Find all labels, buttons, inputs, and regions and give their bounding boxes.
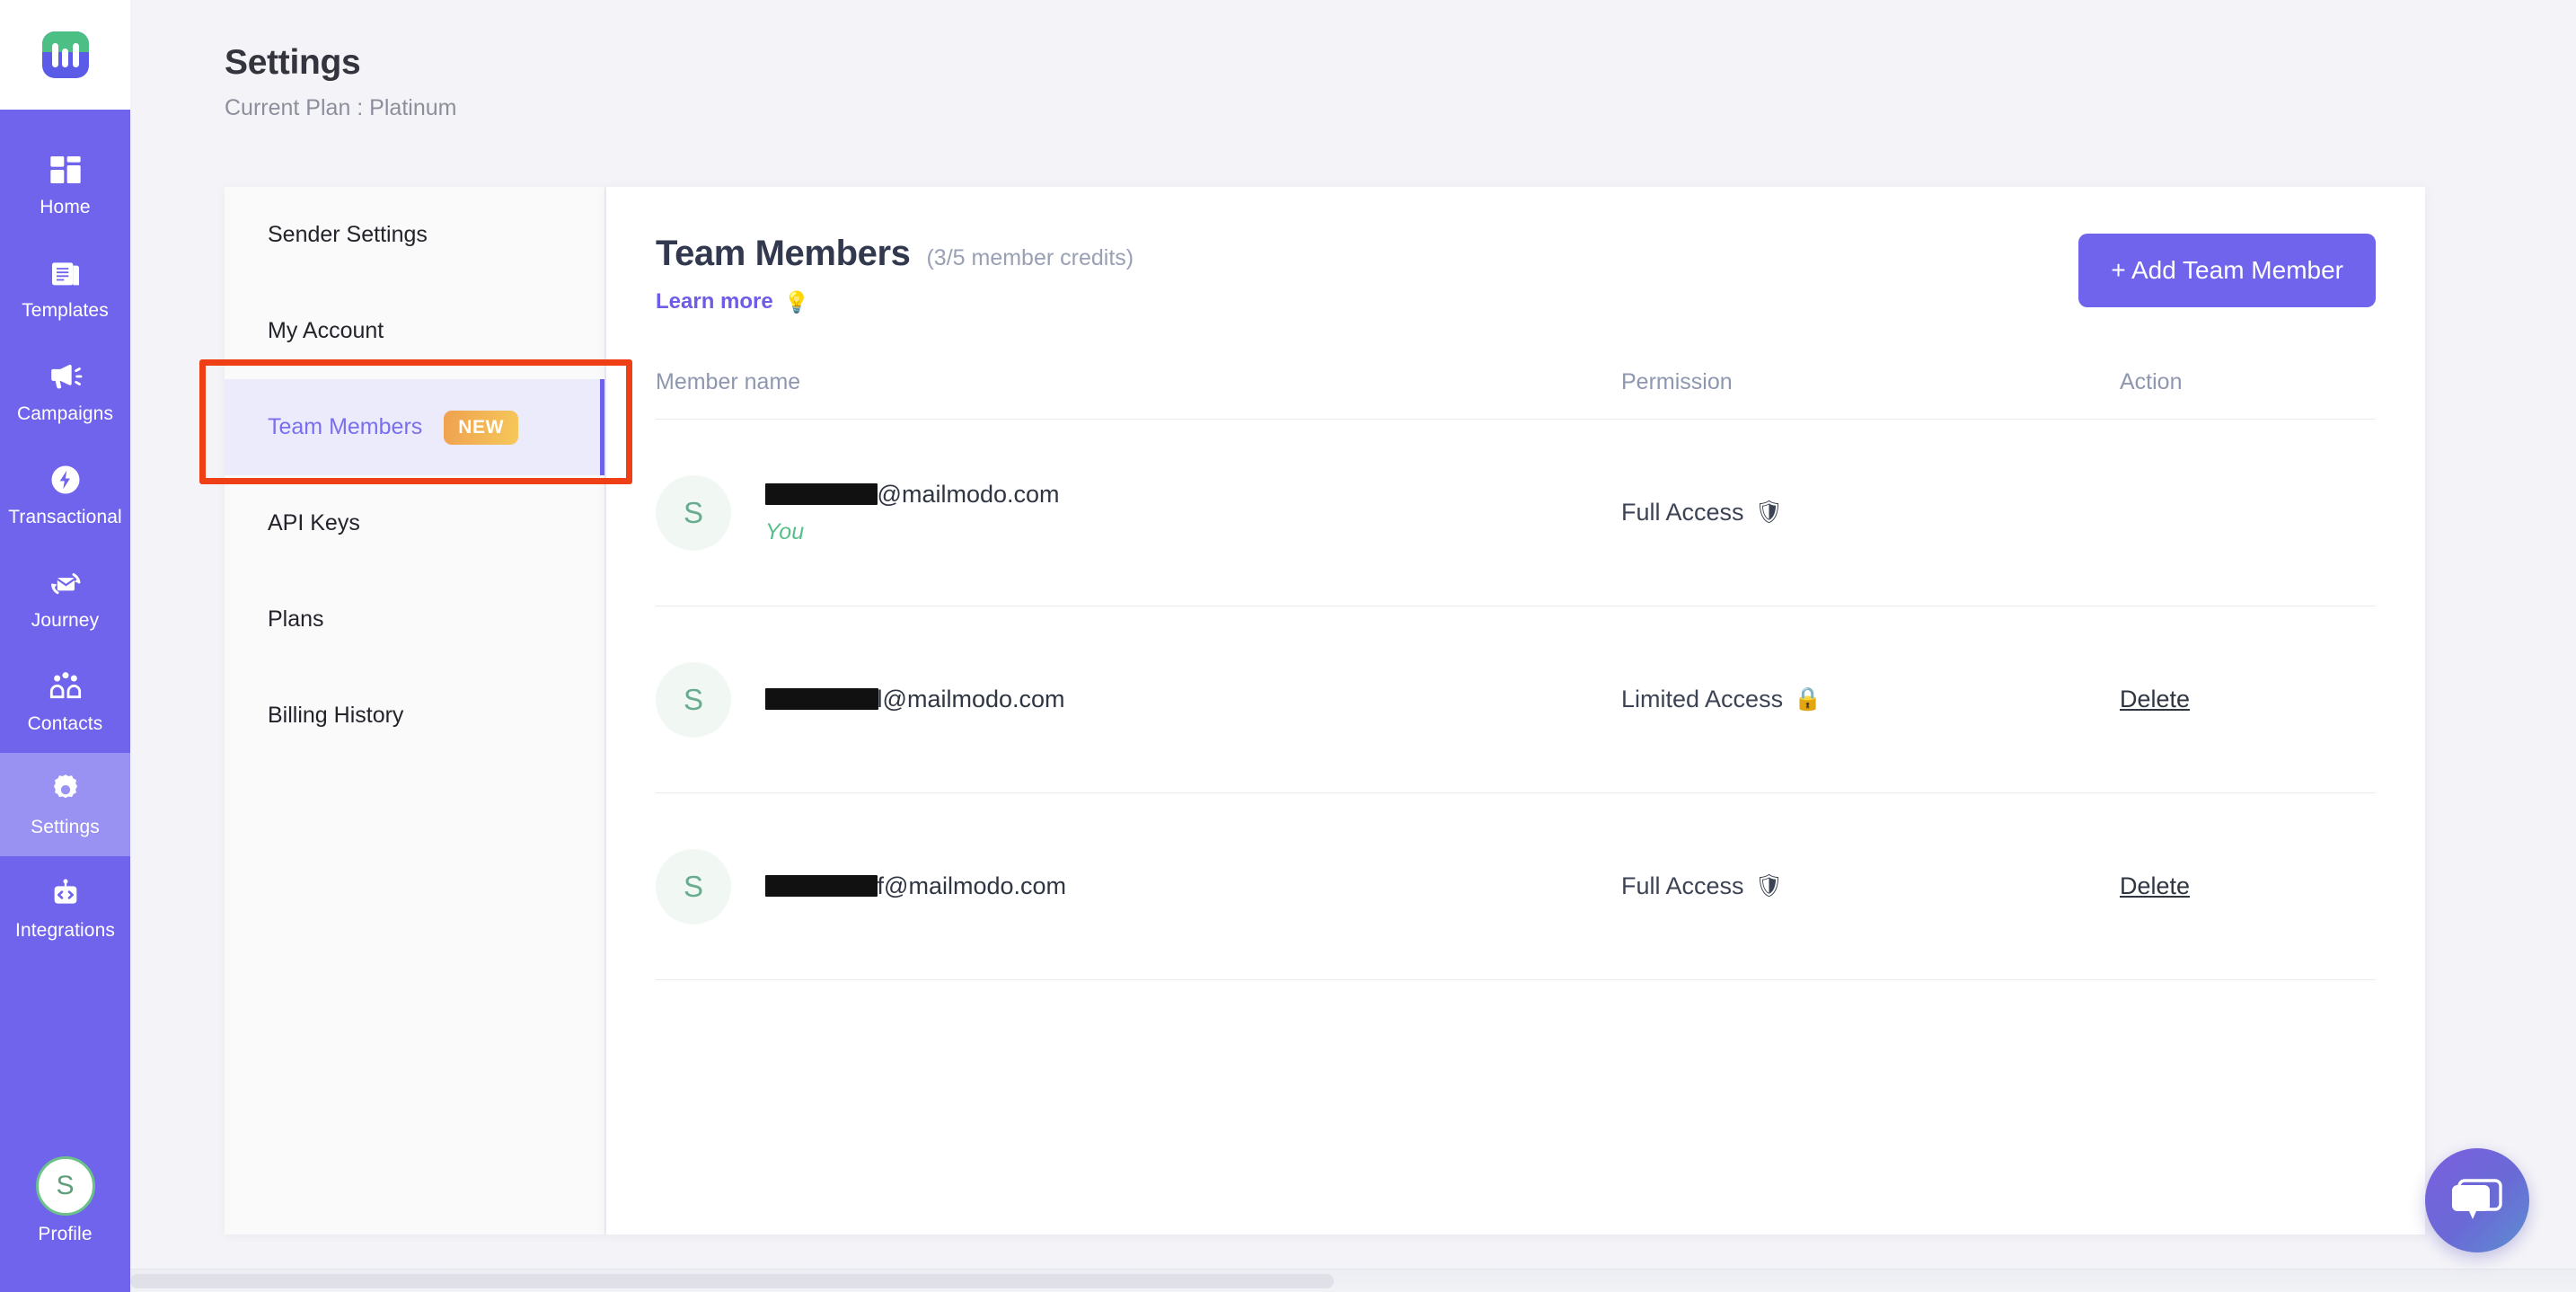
code-box-icon — [54, 879, 76, 904]
column-header-permission: Permission — [1621, 368, 1733, 394]
permission-label: Full Access — [1621, 872, 1744, 899]
sidebar-item-list: Home Templates Campaigns Transactional J… — [0, 110, 130, 960]
panel-header: Team Members (3/5 member credits) Learn … — [606, 187, 2425, 314]
sidebar-item-profile[interactable]: S Profile — [0, 1156, 130, 1245]
column-header-action: Action — [2120, 368, 2183, 394]
page-header: Settings Current Plan : Platinum — [225, 43, 456, 121]
member-you-tag: You — [765, 518, 805, 544]
action-cell: Delete — [2120, 686, 2376, 713]
scrollbar-thumb[interactable] — [130, 1274, 1334, 1288]
subnav-item-sender-settings[interactable]: Sender Settings — [225, 187, 604, 283]
subnav-item-my-account[interactable]: My Account — [225, 283, 604, 379]
learn-more-link[interactable]: Learn more — [656, 289, 773, 314]
member-cell: S shivam-18l@mailmodo.com — [656, 661, 1621, 738]
subnav-item-label: My Account — [268, 318, 384, 343]
sidebar-item-label: Profile — [38, 1224, 93, 1244]
chat-bubble-icon — [2452, 1179, 2502, 1219]
primary-sidebar: Home Templates Campaigns Transactional J… — [0, 0, 130, 1292]
avatar: S — [656, 661, 731, 738]
permission-cell: Limited Access 🔒 — [1621, 686, 2120, 713]
subnav-item-label: Plans — [268, 606, 324, 632]
sidebar-item-journey[interactable]: Journey — [0, 546, 130, 650]
shield-icon: 🛡 — [1754, 873, 1784, 898]
subnav-item-label: Billing History — [268, 703, 404, 728]
panel-title-block: Team Members (3/5 member credits) Learn … — [656, 234, 1134, 314]
action-cell: Delete — [2120, 872, 2376, 900]
subnav-item-label: API Keys — [268, 510, 360, 535]
current-plan-label: Current Plan : Platinum — [225, 95, 457, 120]
member-cell: S shivam-18@mailmodo.com You — [656, 474, 1621, 551]
redaction-bar — [765, 688, 878, 710]
lightbulb-icon: 💡 — [783, 289, 810, 314]
panel-title: Team Members — [656, 234, 911, 273]
avatar-initial: S — [683, 869, 703, 903]
sidebar-item-settings[interactable]: Settings — [0, 753, 130, 856]
sidebar-item-campaigns[interactable]: Campaigns — [0, 340, 130, 443]
sidebar-item-integrations[interactable]: Integrations — [0, 856, 130, 960]
people-icon — [49, 671, 81, 698]
subnav-item-plans[interactable]: Plans — [225, 571, 604, 668]
document-icon — [51, 261, 79, 285]
sidebar-item-label: Transactional — [8, 506, 122, 527]
sidebar-item-label: Campaigns — [16, 403, 114, 424]
avatar: S — [656, 848, 731, 925]
subnav-item-api-keys[interactable]: API Keys — [225, 475, 604, 571]
sidebar-item-label: Journey — [31, 609, 100, 631]
table-row: S shivam-18l@mailmodo.com Limited Access… — [656, 606, 2376, 793]
member-cell: S shivam-18f@mailmodo.com — [656, 848, 1621, 925]
subnav-item-team-members[interactable]: Team Members NEW — [225, 379, 604, 475]
avatar: S — [35, 1156, 95, 1216]
member-email: shivam-18l@mailmodo.com — [765, 686, 1065, 712]
bolt-icon — [51, 465, 79, 493]
permission-label: Full Access — [1621, 499, 1744, 526]
member-email: shivam-18@mailmodo.com — [765, 480, 1060, 508]
sidebar-item-label: Home — [40, 196, 91, 217]
subnav-item-label: Sender Settings — [268, 222, 428, 247]
mailmodo-logo-icon — [41, 31, 89, 78]
add-team-member-button[interactable]: + Add Team Member — [2078, 234, 2376, 307]
mail-cycle-icon — [50, 572, 80, 594]
new-badge: NEW — [444, 410, 519, 445]
permission-label: Limited Access — [1621, 686, 1784, 712]
delete-link[interactable]: Delete — [2120, 872, 2190, 899]
subnav-item-label: Team Members — [268, 414, 423, 439]
redaction-bar — [765, 875, 878, 897]
page-title: Settings — [225, 43, 361, 82]
table-header-row: Member name Permission Action — [656, 345, 2376, 420]
redaction-bar — [765, 482, 878, 505]
member-email: shivam-18f@mailmodo.com — [765, 872, 1067, 899]
delete-link[interactable]: Delete — [2120, 686, 2190, 712]
sidebar-item-label: Templates — [22, 299, 109, 321]
sidebar-item-home[interactable]: Home — [0, 133, 130, 236]
megaphone-icon — [50, 364, 82, 388]
permission-cell: Full Access 🛡 — [1621, 499, 2120, 527]
shield-icon: 🛡 — [1754, 500, 1784, 525]
team-members-panel: Team Members (3/5 member credits) Learn … — [606, 187, 2425, 1234]
avatar: S — [656, 474, 731, 551]
subnav-item-billing-history[interactable]: Billing History — [225, 668, 604, 764]
gear-icon — [53, 774, 77, 798]
table-row: S shivam-18@mailmodo.com You Full Access… — [656, 420, 2376, 606]
avatar-initial: S — [56, 1171, 75, 1200]
column-header-member-name: Member name — [656, 368, 801, 394]
sidebar-item-label: Contacts — [27, 712, 103, 734]
chat-widget-button[interactable] — [2425, 1148, 2529, 1252]
sidebar-item-transactional[interactable]: Transactional — [0, 443, 130, 546]
lock-icon: 🔒 — [1794, 686, 1822, 712]
avatar-initial: S — [683, 682, 703, 716]
table-row: S shivam-18f@mailmodo.com Full Access 🛡 … — [656, 793, 2376, 980]
permission-cell: Full Access 🛡 — [1621, 872, 2120, 900]
member-credits: (3/5 member credits) — [926, 245, 1134, 270]
settings-subnav: Sender Settings My Account Team Members … — [225, 187, 605, 1234]
sidebar-item-label: Integrations — [15, 919, 115, 941]
grid-icon — [49, 155, 81, 183]
sidebar-item-contacts[interactable]: Contacts — [0, 650, 130, 753]
team-members-table: Member name Permission Action S shivam-1… — [606, 345, 2425, 980]
app-logo[interactable] — [0, 0, 130, 110]
avatar-initial: S — [683, 495, 703, 529]
horizontal-scrollbar[interactable] — [130, 1269, 2576, 1292]
sidebar-item-templates[interactable]: Templates — [0, 236, 130, 340]
sidebar-item-label: Settings — [31, 816, 100, 837]
